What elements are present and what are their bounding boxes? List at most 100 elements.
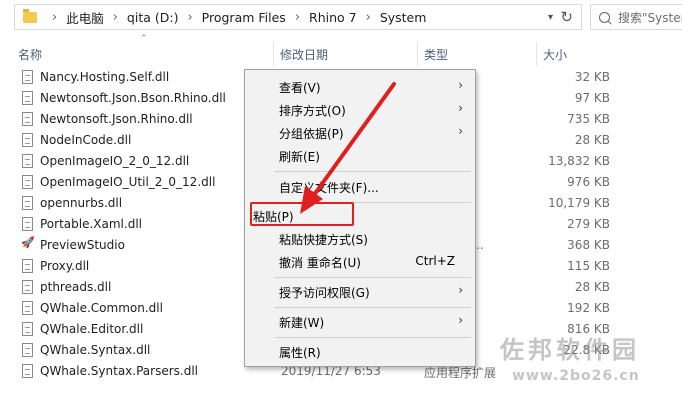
file-size: 13,832 KB bbox=[548, 154, 610, 168]
file-name: QWhale.Common.dll bbox=[40, 301, 163, 315]
file-name: opennurbs.dll bbox=[40, 196, 123, 210]
menu-item-label: 撤消 重命名(U) bbox=[279, 256, 361, 270]
menu-item-label: 刷新(E) bbox=[279, 150, 320, 164]
file-name: QWhale.Syntax.dll bbox=[40, 343, 151, 357]
menu-separator bbox=[275, 277, 471, 278]
dll-file-icon bbox=[22, 343, 33, 357]
menu-item-label: 新建(W) bbox=[279, 316, 325, 330]
dll-file-icon bbox=[22, 301, 33, 315]
menu-item-properties[interactable]: 属性(R) bbox=[245, 340, 475, 363]
dll-file-icon bbox=[22, 154, 33, 168]
chevron-right-icon: › bbox=[458, 124, 463, 138]
file-size: 192 KB bbox=[567, 301, 610, 315]
file-size: 976 KB bbox=[567, 175, 610, 189]
file-name: QWhale.Syntax.Parsers.dll bbox=[40, 364, 199, 378]
menu-item-label: 排序方式(O) bbox=[279, 104, 346, 118]
dll-file-icon bbox=[22, 112, 33, 126]
address-dropdown-icon[interactable]: ▾ bbox=[548, 12, 553, 23]
menu-item-give-access[interactable]: 授予访问权限(G) › bbox=[245, 280, 475, 303]
file-name: NodeInCode.dll bbox=[40, 133, 132, 147]
chevron-right-icon: › bbox=[458, 313, 463, 327]
rocket-app-icon bbox=[21, 236, 35, 252]
file-name: OpenImageIO_Util_2_0_12.dll bbox=[40, 175, 216, 189]
menu-item-sort-by[interactable]: 排序方式(O) › bbox=[245, 98, 475, 121]
column-header-size[interactable]: 大小 bbox=[543, 46, 567, 63]
menu-item-label: 粘贴快捷方式(S) bbox=[279, 233, 368, 247]
breadcrumb-item-system[interactable]: System bbox=[380, 10, 427, 25]
watermark-line2: www.2bo26.cn bbox=[512, 368, 640, 384]
chevron-right-icon: › bbox=[365, 9, 371, 25]
menu-item-group-by[interactable]: 分组依据(P) › bbox=[245, 121, 475, 144]
dll-file-icon bbox=[22, 70, 33, 84]
menu-separator bbox=[275, 171, 471, 172]
dll-file-icon bbox=[22, 259, 33, 273]
file-size: 10,179 KB bbox=[548, 196, 610, 210]
file-size: 115 KB bbox=[567, 259, 610, 273]
chevron-right-icon: › bbox=[458, 283, 463, 297]
address-bar[interactable]: › 此电脑 › qita (D:) › Program Files › Rhin… bbox=[14, 4, 582, 30]
breadcrumb-item-drive[interactable]: qita (D:) bbox=[127, 10, 179, 25]
menu-item-new[interactable]: 新建(W) › bbox=[245, 310, 475, 333]
menu-separator bbox=[275, 307, 471, 308]
menu-item-label: 查看(V) bbox=[279, 81, 321, 95]
dll-file-icon bbox=[22, 217, 33, 231]
dll-file-icon bbox=[22, 322, 33, 336]
breadcrumb-item-rhino[interactable]: Rhino 7 bbox=[309, 10, 357, 25]
menu-item-paste-shortcut[interactable]: 粘贴快捷方式(S) bbox=[245, 227, 475, 250]
file-size: 28 KB bbox=[574, 280, 610, 294]
file-name: Portable.Xaml.dll bbox=[40, 217, 142, 231]
chevron-right-icon: › bbox=[112, 9, 118, 25]
folder-icon bbox=[23, 8, 37, 23]
breadcrumb-item-this-pc[interactable]: 此电脑 bbox=[66, 8, 104, 27]
file-name: pthreads.dll bbox=[40, 280, 112, 294]
menu-item-shortcut: Ctrl+Z bbox=[415, 254, 455, 268]
menu-item-label: 自定义文件夹(F)... bbox=[279, 181, 379, 195]
menu-item-label: 授予访问权限(G) bbox=[279, 286, 370, 300]
dll-file-icon bbox=[22, 196, 33, 210]
search-input[interactable]: 搜索"System" bbox=[590, 4, 682, 30]
file-name: Newtonsoft.Json.Rhino.dll bbox=[40, 112, 193, 126]
column-header-name[interactable]: 名称 bbox=[18, 46, 42, 63]
menu-item-label: 分组依据(P) bbox=[279, 127, 344, 141]
file-name: QWhale.Editor.dll bbox=[40, 322, 144, 336]
dll-file-icon bbox=[22, 175, 33, 189]
search-icon bbox=[599, 11, 610, 23]
column-header-date[interactable]: 修改日期 bbox=[280, 46, 328, 63]
column-divider[interactable] bbox=[417, 42, 418, 66]
dll-file-icon bbox=[22, 91, 33, 105]
paste-highlight-box bbox=[250, 202, 354, 226]
menu-item-label: 属性(R) bbox=[279, 346, 321, 360]
breadcrumb: › 此电脑 › qita (D:) › Program Files › Rhin… bbox=[43, 8, 426, 27]
file-name: Nancy.Hosting.Self.dll bbox=[40, 70, 170, 84]
file-name: OpenImageIO_2_0_12.dll bbox=[40, 154, 190, 168]
chevron-right-icon: › bbox=[458, 78, 463, 92]
file-size: 368 KB bbox=[567, 238, 610, 252]
file-size: 97 KB bbox=[574, 91, 610, 105]
menu-item-view[interactable]: 查看(V) › bbox=[245, 75, 475, 98]
file-name: Newtonsoft.Json.Bson.Rhino.dll bbox=[40, 91, 226, 105]
column-divider[interactable] bbox=[536, 42, 537, 66]
file-name: Proxy.dll bbox=[40, 259, 90, 273]
breadcrumb-item-program-files[interactable]: Program Files bbox=[202, 10, 286, 25]
watermark: 佐邦软件园 www.2bo26.cn bbox=[500, 330, 682, 400]
dll-file-icon bbox=[22, 364, 33, 378]
dll-file-icon bbox=[22, 133, 33, 147]
column-header-row: 名称 修改日期 类型 大小 bbox=[0, 42, 682, 66]
refresh-icon[interactable]: ↻ bbox=[560, 8, 573, 26]
menu-item-customize-folder[interactable]: 自定义文件夹(F)... bbox=[245, 175, 475, 198]
search-placeholder: 搜索"System" bbox=[618, 10, 682, 25]
column-header-type[interactable]: 类型 bbox=[424, 46, 448, 63]
file-name: PreviewStudio bbox=[40, 238, 125, 252]
menu-item-refresh[interactable]: 刷新(E) bbox=[245, 144, 475, 167]
file-size: 279 KB bbox=[567, 217, 610, 231]
chevron-right-icon: › bbox=[458, 101, 463, 115]
dll-file-icon bbox=[22, 280, 33, 294]
file-size: 735 KB bbox=[567, 112, 610, 126]
menu-item-undo-rename[interactable]: 撤消 重命名(U) Ctrl+Z bbox=[245, 250, 475, 273]
chevron-right-icon: › bbox=[294, 9, 301, 25]
chevron-right-icon: › bbox=[187, 9, 193, 25]
file-size: 32 KB bbox=[574, 70, 610, 84]
column-divider[interactable] bbox=[273, 42, 274, 66]
chevron-right-icon: › bbox=[52, 9, 58, 25]
menu-separator bbox=[275, 337, 471, 338]
